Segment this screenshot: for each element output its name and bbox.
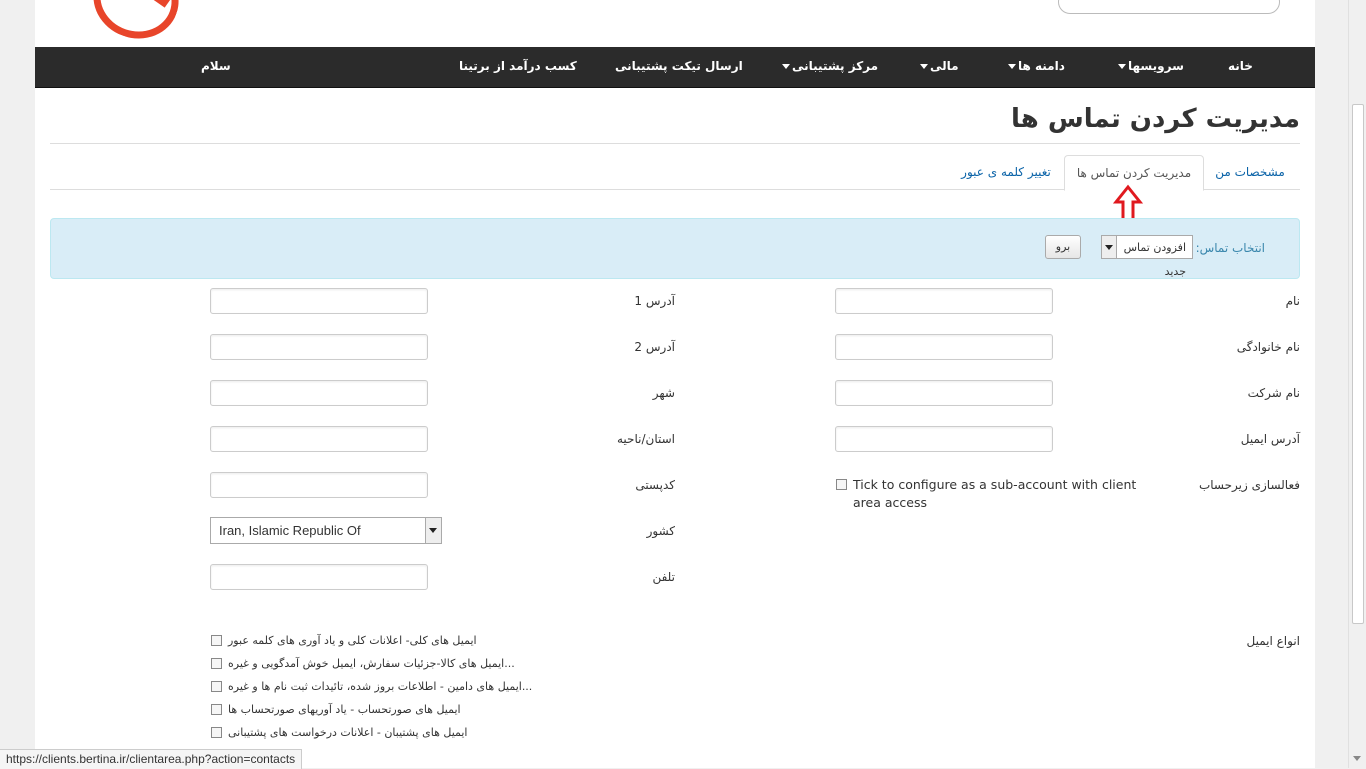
email-type-label: ...ایمیل های کالا-جزئیات سفارش، ایمیل خو… [228,657,515,670]
chevron-down-icon [920,64,928,69]
contact-select-dropdown[interactable]: افزودن تماس جدید [1101,235,1193,278]
country-select[interactable]: Iran, Islamic Republic Of [210,517,442,544]
nav-home[interactable]: خانه [1228,47,1253,87]
nav-support[interactable]: مرکز پشتیبانی [782,47,878,87]
email-input[interactable] [835,426,1053,452]
contact-select-value: افزودن تماس جدید [1123,241,1186,278]
email-type-checkbox[interactable] [211,635,222,646]
label-company: نام شرکت [1247,386,1300,400]
tab-change-password[interactable]: تغییر کلمه ی عبور [950,155,1062,189]
label-postcode: کدپستی [635,478,675,492]
company-input[interactable] [835,380,1053,406]
nav-services[interactable]: سرویسها [1118,47,1184,87]
page-title: مدیریت کردن تماس ها [1011,104,1300,134]
email-type-checkbox[interactable] [211,727,222,738]
label-city: شهر [652,386,675,400]
chevron-down-icon[interactable] [1102,236,1117,258]
country-select-value: Iran, Islamic Republic Of [219,523,361,538]
email-type-label: ایمیل های صورتحساب - یاد آوریهای صورتحسا… [228,703,461,716]
chevron-down-icon [782,64,790,69]
nav-domains[interactable]: دامنه ها [1008,47,1065,87]
label-country: کشور [646,524,675,538]
tab-my-details[interactable]: مشخصات من [1205,155,1295,189]
chevron-down-icon[interactable] [425,518,441,543]
email-type-label: ایمیل های کلی- اعلانات کلی و یاد آوری ها… [228,634,477,647]
nav-billing[interactable]: مالی [920,47,959,87]
label-address2: آدرس 2 [634,340,675,354]
email-type-checkbox[interactable] [211,658,222,669]
nav-affiliate[interactable]: کسب درآمد از برتینا [459,47,577,87]
email-type-label: ...ایمیل های دامین - اطلاعات بروز شده، ت… [228,680,533,693]
nav-billing-label: مالی [930,59,959,73]
address2-input[interactable] [210,334,428,360]
state-input[interactable] [210,426,428,452]
scrollbar-thumb[interactable] [1352,104,1364,624]
email-type-checkbox[interactable] [211,681,222,692]
label-phone: تلفن [652,570,675,584]
nav-services-label: سرویسها [1128,59,1184,73]
email-type-label: ایمیل های پشتیبان - اعلانات درخواست های … [228,726,468,739]
label-subaccount: فعالسازی زیرحساب [1198,478,1300,492]
vertical-scrollbar[interactable] [1348,0,1366,768]
search-input[interactable] [1058,0,1280,14]
main-navbar: خانه سرویسها دامنه ها مالی مرکز پشتیبانی… [35,47,1315,88]
label-email-types: انواع ایمیل [1246,634,1300,648]
label-first-name: نام [1285,294,1300,308]
subaccount-description: Tick to configure as a sub-account with … [853,477,1137,510]
contact-select-panel: انتخاب تماس: افزودن تماس جدید برو [50,218,1300,279]
nav-hello[interactable]: سلام [201,47,231,87]
chevron-down-icon [1118,64,1126,69]
last-name-input[interactable] [835,334,1053,360]
site-logo[interactable] [82,0,190,51]
address1-input[interactable] [210,288,428,314]
label-state: استان/ناحیه [617,432,675,446]
contact-select-label: انتخاب تماس: [1195,241,1265,255]
label-address1: آدرس 1 [634,294,675,308]
nav-open-ticket[interactable]: ارسال تیکت پشتیبانی [615,47,743,87]
chevron-down-icon [1008,64,1016,69]
subaccount-checkbox[interactable] [836,479,847,490]
postcode-input[interactable] [210,472,428,498]
email-type-checkbox[interactable] [211,704,222,715]
phone-input[interactable] [210,564,428,590]
divider [50,143,1300,144]
first-name-input[interactable] [835,288,1053,314]
city-input[interactable] [210,380,428,406]
browser-status-bar: https://clients.bertina.ir/clientarea.ph… [0,749,303,769]
nav-domains-label: دامنه ها [1018,59,1065,73]
scroll-down-arrow-icon[interactable] [1353,756,1361,761]
label-email: آدرس ایمیل [1240,432,1300,446]
page-container: خانه سرویسها دامنه ها مالی مرکز پشتیبانی… [35,0,1315,768]
go-button[interactable]: برو [1045,235,1081,259]
nav-support-label: مرکز پشتیبانی [792,59,879,73]
label-last-name: نام خانوادگی [1236,340,1300,354]
